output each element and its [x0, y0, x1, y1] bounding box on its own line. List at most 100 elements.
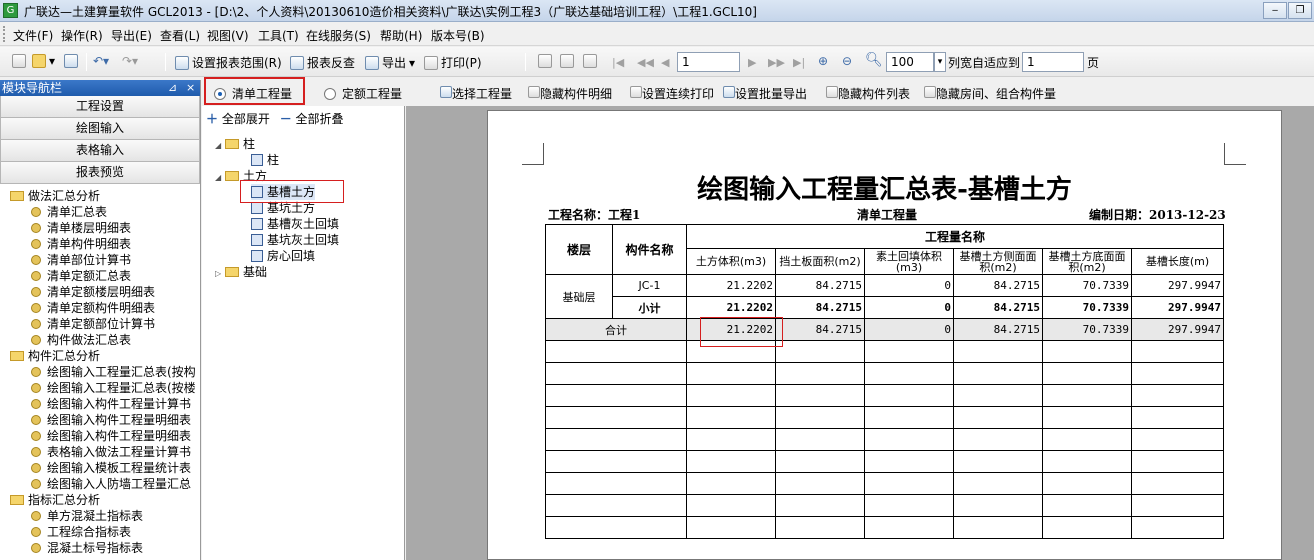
report-item[interactable]: 混凝土标号指标表 — [0, 540, 200, 556]
menu-help[interactable]: 帮助(H) — [380, 27, 422, 44]
report-item[interactable]: 绘图输入模板工程量统计表 — [0, 460, 200, 476]
column-fit-input[interactable]: 1 — [1022, 52, 1084, 72]
header-subcol: 基槽土方底面面积(m2) — [1042, 248, 1132, 275]
tree-node-zhu-child[interactable]: 柱 — [251, 152, 279, 168]
menu-version[interactable]: 版本号(B) — [431, 27, 485, 44]
table-row[interactable]: 基础层 JC-1 21.2202 84.2715 0 84.2715 70.73… — [545, 274, 1224, 319]
report-item[interactable]: 构件做法汇总表 — [0, 332, 200, 348]
empty-cell — [545, 494, 687, 517]
report-item[interactable]: 清单定额部位计算书 — [0, 316, 200, 332]
expand-arrow-icon[interactable]: ◢ — [215, 170, 225, 186]
zoom-out-icon[interactable]: ⊖ — [842, 54, 852, 68]
report-item[interactable]: 清单汇总表 — [0, 204, 200, 220]
report-item[interactable]: 绘图输入构件工程量计算书 — [0, 396, 200, 412]
table-row-subtotal[interactable]: 小计 21.2202 84.2715 0 84.2715 70.7339 297… — [546, 296, 1224, 319]
menu-operate[interactable]: 操作(R) — [61, 27, 103, 44]
report-item[interactable]: 单方混凝土指标表 — [0, 508, 200, 524]
new-file-icon[interactable] — [12, 54, 26, 68]
page-number-input[interactable]: 1 — [677, 52, 740, 72]
report-item[interactable]: 清单构件明细表 — [0, 236, 200, 252]
zoom-in-icon[interactable]: ⊕ — [818, 54, 828, 68]
nav-table-input[interactable]: 表格输入 — [0, 140, 200, 162]
expand-all-button[interactable]: ＋ 全部展开 — [206, 112, 270, 126]
nav-project-settings[interactable]: 工程设置 — [0, 96, 200, 118]
hide-rooms-icon — [924, 86, 936, 98]
next-fast-icon[interactable]: ▶▶ — [768, 56, 785, 69]
batch-export-button[interactable]: 设置批量导出 — [723, 85, 807, 102]
cell-value: 84.2715 — [775, 318, 865, 341]
nav-drawing-input[interactable]: 绘图输入 — [0, 118, 200, 140]
report-group[interactable]: 构件汇总分析 — [0, 348, 200, 364]
report-item[interactable]: 清单定额楼层明细表 — [0, 284, 200, 300]
radio-quota-quantity[interactable]: 定额工程量 — [324, 85, 402, 102]
tree-node-jikeng-huitu[interactable]: 基坑灰土回填 — [251, 232, 339, 248]
hide-rooms-button[interactable]: 隐藏房间、组合构件量 — [924, 85, 1056, 102]
report-group[interactable]: 做法汇总分析 — [0, 188, 200, 204]
report-item[interactable]: 绘图输入构件工程量明细表 — [0, 412, 200, 428]
hide-list-button[interactable]: 隐藏构件列表 — [826, 85, 910, 102]
pin-icon[interactable]: ⊿ — [168, 80, 177, 96]
menu-online[interactable]: 在线服务(S) — [306, 27, 371, 44]
collapse-all-button[interactable]: － 全部折叠 — [280, 112, 344, 126]
export-button[interactable]: 导出 ▾ — [365, 54, 415, 71]
tree-node-jicao-huitu[interactable]: 基槽灰土回填 — [251, 216, 339, 232]
prev-page-icon[interactable]: ◀ — [661, 56, 669, 69]
restore-button[interactable]: ❐ — [1288, 2, 1312, 19]
menu-export[interactable]: 导出(E) — [111, 27, 152, 44]
save-icon[interactable] — [64, 54, 78, 68]
undo-icon[interactable]: ↶▾ — [93, 54, 109, 68]
redo-icon[interactable]: ↷▾ — [122, 54, 138, 68]
report-item[interactable]: 绘图输入工程量汇总表(按构 — [0, 364, 200, 380]
header-subcol: 基槽长度(m) — [1131, 248, 1224, 275]
zoom-icon[interactable]: 🔍︎ — [865, 52, 883, 68]
report-item-label: 清单部位计算书 — [47, 253, 132, 267]
set-range-button[interactable]: 设置报表范围(R) — [175, 54, 282, 71]
report-check-icon — [290, 55, 304, 70]
report-item[interactable]: 表格输入做法工程量计算书 — [0, 444, 200, 460]
nav-report-preview[interactable]: 报表预览 — [0, 162, 200, 184]
print-button[interactable]: 打印(P) — [424, 54, 482, 71]
report-item[interactable]: 工程综合指标表 — [0, 524, 200, 540]
report-item[interactable]: 清单部位计算书 — [0, 252, 200, 268]
header-quantity-group: 工程量名称 — [686, 223, 1224, 250]
empty-cell — [775, 516, 865, 539]
close-icon[interactable]: × — [186, 80, 195, 96]
empty-cell — [1042, 340, 1132, 363]
menu-window-view[interactable]: 视图(V) — [207, 27, 249, 44]
report-item[interactable]: 清单定额构件明细表 — [0, 300, 200, 316]
report-check-button[interactable]: 报表反查 — [290, 54, 355, 71]
tree-node-fangxin[interactable]: 房心回填 — [251, 248, 315, 264]
cell-value: 297.9947 — [1131, 318, 1224, 341]
single-page-icon[interactable] — [538, 54, 552, 68]
double-page-icon[interactable] — [560, 54, 574, 68]
empty-cell — [686, 472, 776, 495]
expand-arrow-icon[interactable]: ◢ — [215, 138, 225, 154]
menu-file[interactable]: 文件(F) — [13, 27, 53, 44]
next-page-icon[interactable]: ▶ — [748, 56, 756, 69]
report-item[interactable]: 清单定额汇总表 — [0, 268, 200, 284]
prev-fast-icon[interactable]: ◀◀ — [637, 56, 654, 69]
report-item[interactable]: 清单楼层明细表 — [0, 220, 200, 236]
open-folder-icon[interactable]: ▾ — [32, 54, 55, 68]
table-row-total[interactable]: 合计 21.2202 84.2715 0 84.2715 70.7339 297… — [545, 318, 1224, 341]
hide-detail-button[interactable]: 隐藏构件明细 — [528, 85, 612, 102]
menu-tools[interactable]: 工具(T) — [258, 27, 299, 44]
zoom-dropdown-arrow[interactable]: ▾ — [934, 52, 946, 72]
report-item[interactable]: 绘图输入人防墙工程量汇总 — [0, 476, 200, 492]
report-item[interactable]: 绘图输入构件工程量明细表 — [0, 428, 200, 444]
minimize-button[interactable]: ‒ — [1263, 2, 1287, 19]
tree-node-zhu[interactable]: ◢ 柱 — [215, 136, 255, 152]
report-item[interactable]: 绘图输入工程量汇总表(按楼 — [0, 380, 200, 396]
report-group[interactable]: 指标汇总分析 — [0, 492, 200, 508]
continuous-print-button[interactable]: 设置连续打印 — [630, 85, 714, 102]
highlight-box-total — [700, 317, 783, 347]
menu-view[interactable]: 查看(L) — [160, 27, 200, 44]
select-quantity-button[interactable]: 选择工程量 — [440, 85, 512, 102]
last-page-icon[interactable]: ▶| — [793, 56, 805, 69]
tree-node-jichu[interactable]: ▷ 基础 — [215, 264, 267, 280]
zoom-input[interactable]: 100 — [886, 52, 934, 72]
table-row-empty — [545, 494, 1224, 517]
multi-page-icon[interactable] — [583, 54, 597, 68]
first-page-icon[interactable]: |◀ — [612, 56, 624, 69]
collapsed-arrow-icon[interactable]: ▷ — [215, 266, 225, 282]
